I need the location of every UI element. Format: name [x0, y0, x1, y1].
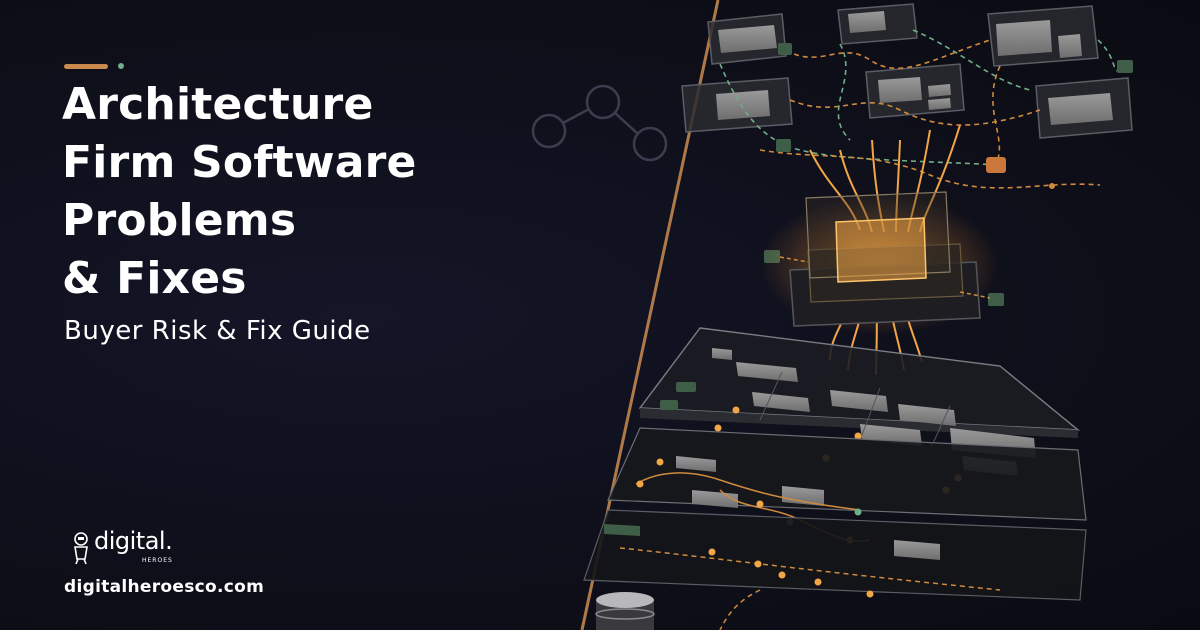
logo-mascot-icon [74, 532, 88, 565]
brand-logo[interactable]: digital. HEROES [70, 527, 210, 571]
hero-banner: Architecture Firm Software Problems & Fi… [0, 0, 1200, 630]
content-panel: Architecture Firm Software Problems & Fi… [0, 0, 600, 630]
top-cards [681, 3, 1133, 139]
subtitle: Buyer Risk & Fix Guide [64, 316, 371, 346]
logo-subtext: HEROES [142, 557, 173, 564]
title-line-1: Architecture [62, 79, 374, 130]
board-layer-3 [583, 509, 1087, 630]
database-icon [595, 592, 655, 630]
page-title: Architecture Firm Software Problems & Fi… [62, 76, 582, 308]
network-wires [719, 29, 1125, 189]
top-card-panels [716, 11, 1113, 125]
board-layer-1 [638, 327, 1081, 494]
title-line-4: & Fixes [62, 253, 247, 304]
board-layer-2 [607, 427, 1087, 544]
glow-wires [809, 124, 961, 376]
accent-bar [64, 64, 108, 69]
accent-dot [118, 63, 124, 69]
network-nodes [764, 43, 1133, 306]
logo-wordmark: digital. [94, 527, 173, 555]
divider-line [580, 0, 720, 630]
processor-stack [789, 191, 981, 327]
website-url[interactable]: digitalheroesco.com [64, 577, 264, 597]
title-line-3: Problems [62, 195, 297, 246]
title-line-2: Firm Software [62, 137, 417, 188]
